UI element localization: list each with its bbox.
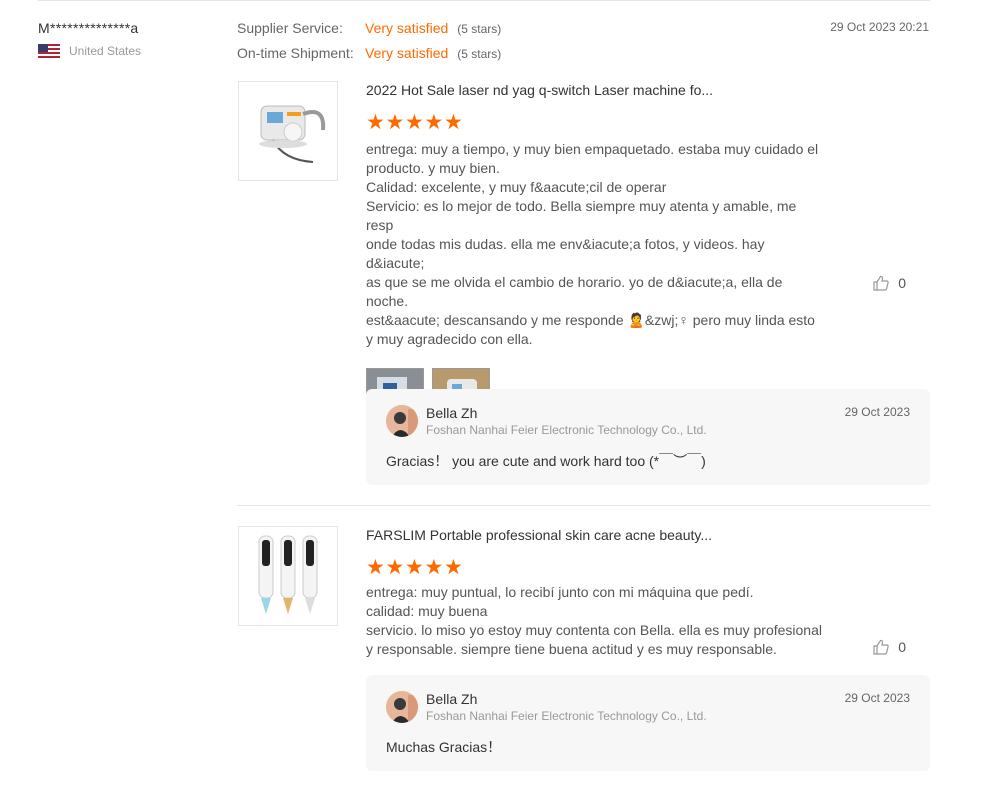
reviewer-name: M**************a (38, 20, 139, 36)
avatar (386, 405, 418, 437)
star-icon: ★ (405, 556, 424, 579)
rating-stars-text: (5 stars) (457, 22, 502, 36)
us-flag-icon (38, 44, 60, 58)
reviewer-country: United States (38, 44, 141, 58)
rating-value: Very satisfied (365, 45, 449, 61)
reply-company: Foshan Nanhai Feier Electronic Technolog… (426, 709, 707, 723)
reply-author-name: Bella Zh (426, 405, 478, 421)
product-title[interactable]: 2022 Hot Sale laser nd yag q-switch Lase… (366, 81, 826, 99)
laser-machine-image (259, 105, 326, 163)
star-icon: ★ (424, 556, 444, 579)
star-icon: ★ (444, 556, 463, 579)
star-icon: ★ (385, 556, 405, 579)
like-button[interactable]: 0 (872, 274, 906, 292)
review-text: entrega: muy puntual, lo recibí junto co… (366, 584, 822, 657)
review-divider (237, 505, 930, 506)
star-icon: ★ (385, 111, 405, 134)
avatar (386, 691, 418, 723)
reply-text: Muchas Gracias！ (386, 739, 502, 755)
supplier-reply: Bella Zh Foshan Nanhai Feier Electronic … (366, 675, 930, 771)
star-icon: ★ (366, 111, 385, 134)
product-review: 2022 Hot Sale laser nd yag q-switch Lase… (237, 81, 930, 486)
reply-date: 29 Oct 2023 (844, 691, 910, 705)
top-divider (38, 0, 930, 1)
beauty-pen-image (258, 535, 318, 614)
review-date: 29 Oct 2023 20:21 (830, 20, 929, 34)
rating-label: On-time Shipment: (237, 45, 354, 61)
star-icon: ★ (444, 111, 463, 134)
star-icon: ★ (405, 111, 424, 134)
shipment-rating: On-time Shipment: Very satisfied (5 star… (237, 45, 501, 70)
reply-text: Gracias！ you are cute and work hard too … (386, 453, 706, 469)
rating-stars-text: (5 stars) (457, 47, 502, 61)
like-count: 0 (898, 639, 906, 655)
star-icon: ★ (424, 111, 444, 134)
review-text: entrega: muy a tiempo, y muy bien empaqu… (366, 141, 819, 347)
supplier-service-rating: Supplier Service: Very satisfied (5 star… (237, 20, 501, 45)
star-icon: ★ (366, 556, 385, 579)
product-star-rating: ★ ★ ★ ★ ★ (366, 111, 826, 134)
product-review-body: 2022 Hot Sale laser nd yag q-switch Lase… (366, 81, 826, 426)
product-thumbnail[interactable] (238, 526, 338, 626)
product-review: FARSLIM Portable professional skin care … (237, 526, 930, 772)
rating-value: Very satisfied (365, 20, 449, 36)
product-title[interactable]: FARSLIM Portable professional skin care … (366, 526, 826, 544)
country-name: United States (69, 44, 142, 58)
like-button[interactable]: 0 (872, 638, 906, 656)
supplier-ratings: Supplier Service: Very satisfied (5 star… (237, 20, 501, 70)
thumbs-up-icon (873, 275, 889, 291)
product-thumbnail[interactable] (238, 81, 338, 181)
thumbs-up-icon (873, 639, 889, 655)
reply-author-name: Bella Zh (426, 691, 478, 707)
product-review-body: FARSLIM Portable professional skin care … (366, 526, 826, 659)
reply-company: Foshan Nanhai Feier Electronic Technolog… (426, 423, 707, 437)
like-count: 0 (898, 275, 906, 291)
supplier-reply: Bella Zh Foshan Nanhai Feier Electronic … (366, 389, 930, 485)
rating-label: Supplier Service: (237, 20, 343, 36)
reviewer-info: M**************a United States (38, 20, 141, 58)
product-star-rating: ★ ★ ★ ★ ★ (366, 556, 826, 579)
reply-date: 29 Oct 2023 (844, 405, 910, 419)
